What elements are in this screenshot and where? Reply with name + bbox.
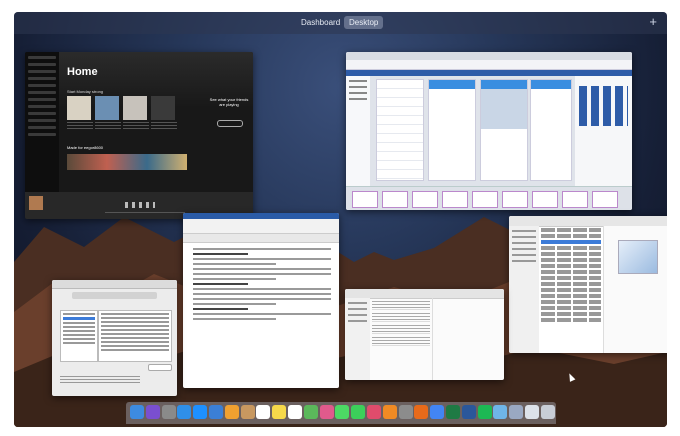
spotify-main: Home Start Monday strong See what your f…: [59, 52, 253, 192]
system-preferences-icon[interactable]: [398, 405, 413, 419]
spotify-section-title: Start Monday strong: [67, 89, 104, 94]
album-art: [29, 196, 43, 210]
maps-icon[interactable]: [303, 405, 318, 419]
word-toolbar[interactable]: [183, 234, 339, 243]
preferences-tabs[interactable]: [72, 292, 157, 299]
phone-mockup: [480, 79, 528, 181]
spotify-friends-promo: See what your friends are playing: [209, 97, 249, 107]
playback-controls[interactable]: [125, 202, 155, 208]
mail-icon[interactable]: [209, 405, 223, 419]
playlist-row[interactable]: [67, 154, 187, 170]
app-store-icon[interactable]: [193, 405, 208, 419]
itunes-icon[interactable]: [367, 405, 381, 419]
spotify-sidebar: [25, 52, 59, 192]
finder-window[interactable]: [509, 216, 667, 353]
folder-icon[interactable]: [493, 405, 508, 419]
word-ribbon[interactable]: [183, 219, 339, 234]
phone-mockup: [530, 79, 572, 181]
file-list[interactable]: [539, 226, 603, 353]
page-thumbnails[interactable]: [346, 186, 632, 210]
photos-icon[interactable]: [224, 405, 239, 419]
shortcut-list[interactable]: [98, 310, 172, 362]
add-space-button[interactable]: +: [649, 14, 657, 30]
shapes-panel[interactable]: [575, 76, 632, 186]
photo-app-icon[interactable]: [319, 405, 334, 419]
chrome-icon[interactable]: [430, 405, 445, 419]
playlist-card[interactable]: [67, 96, 91, 120]
notes-window[interactable]: [345, 289, 504, 380]
excel-icon[interactable]: [446, 405, 460, 419]
calendar-icon[interactable]: [256, 405, 271, 419]
space-tab-dashboard[interactable]: Dashboard: [296, 16, 345, 29]
reminders-icon[interactable]: [288, 405, 302, 419]
editor-left-panel[interactable]: [346, 76, 371, 186]
playlist-card[interactable]: [95, 96, 119, 120]
ibooks-icon[interactable]: [382, 405, 397, 419]
trash-icon[interactable]: [540, 405, 555, 419]
editor-toolbar[interactable]: [346, 60, 632, 70]
spotify-section-title: Made for eegor8600: [67, 145, 104, 150]
document-body[interactable]: [193, 245, 331, 382]
playlist-card[interactable]: [151, 96, 175, 120]
progress-bar[interactable]: [105, 212, 185, 213]
facetime-icon[interactable]: [351, 405, 366, 419]
documents-icon[interactable]: [525, 405, 539, 419]
spotify-page-title: Home: [67, 66, 98, 78]
phone-mockup: [376, 79, 424, 181]
shortcut-categories[interactable]: [60, 310, 98, 362]
space-tab-desktop[interactable]: Desktop: [344, 16, 384, 29]
notes-folders[interactable]: [345, 298, 370, 380]
notes-icon[interactable]: [272, 405, 287, 419]
spotify-icon[interactable]: [477, 405, 492, 419]
dock: [126, 402, 556, 424]
playlist-card[interactable]: [123, 96, 147, 120]
preferences-titlebar: [52, 280, 177, 289]
browser-titlebar: [346, 52, 632, 60]
launchpad-icon[interactable]: [161, 405, 176, 419]
spotify-window[interactable]: Home Start Monday strong See what your f…: [25, 52, 253, 219]
siri-icon[interactable]: [145, 405, 160, 419]
firefox-icon[interactable]: [414, 405, 429, 419]
safari-icon[interactable]: [177, 405, 192, 419]
contacts-icon[interactable]: [240, 405, 255, 419]
browser-editor-window[interactable]: [346, 52, 632, 210]
word-document-window[interactable]: [183, 213, 339, 388]
notes-list[interactable]: [370, 298, 433, 380]
file-preview: [603, 226, 667, 353]
mission-control-screen: Dashboard Desktop + Home Start Monday st…: [14, 12, 667, 427]
phone-mockup: [428, 79, 476, 181]
spaces-bar: Dashboard Desktop +: [14, 12, 667, 34]
word-icon[interactable]: [461, 405, 476, 419]
downloads-icon[interactable]: [509, 405, 524, 419]
finder-sidebar[interactable]: [509, 226, 539, 353]
editor-canvas[interactable]: [370, 76, 575, 186]
finder-icon[interactable]: [130, 405, 144, 419]
find-friends-button[interactable]: [217, 120, 243, 127]
keyboard-preferences-window[interactable]: [52, 280, 177, 396]
restore-defaults-button[interactable]: [148, 364, 172, 371]
messages-icon[interactable]: [335, 405, 350, 419]
